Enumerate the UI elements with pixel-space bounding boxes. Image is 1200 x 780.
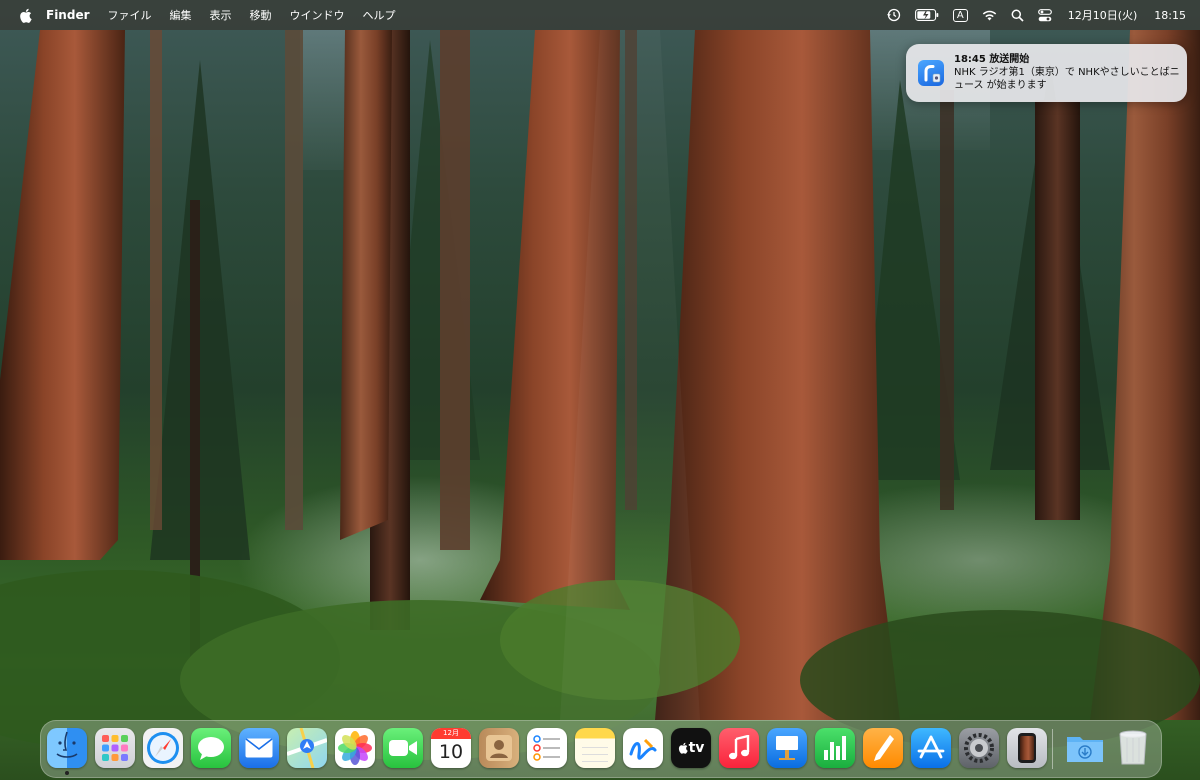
input-source-label: A <box>952 8 968 22</box>
calendar-day-label: 10 <box>438 741 464 763</box>
menubar-time[interactable]: 18:15 <box>1144 9 1186 22</box>
dock-finder-icon[interactable] <box>47 728 87 768</box>
dock-safari-icon[interactable] <box>143 728 183 768</box>
dock-apple-tv-icon[interactable]: tv <box>671 728 711 768</box>
dock-launchpad-icon[interactable] <box>95 728 135 768</box>
dock-photos-icon[interactable] <box>335 728 375 768</box>
menu-file[interactable]: ファイル <box>99 7 161 23</box>
control-center-icon[interactable] <box>1031 8 1059 22</box>
tv-label: tv <box>688 740 705 756</box>
menu-view[interactable]: 表示 <box>201 7 241 23</box>
dock-freeform-icon[interactable] <box>623 728 663 768</box>
menu-go[interactable]: 移動 <box>241 7 281 23</box>
radiko-app-icon <box>918 60 944 86</box>
dock-divider <box>1052 729 1053 769</box>
menu-bar: Finder ファイル 編集 表示 移動 ウインドウ ヘルプ A 12月10日(… <box>0 0 1200 30</box>
menubar-date[interactable]: 12月10日(火) <box>1059 7 1145 23</box>
battery-icon[interactable] <box>908 9 946 21</box>
dock-messages-icon[interactable] <box>191 728 231 768</box>
input-source-icon[interactable]: A <box>946 8 975 22</box>
dock-iphone-mirroring-icon[interactable] <box>1007 728 1047 768</box>
time-machine-icon[interactable] <box>880 8 908 22</box>
dock-maps-icon[interactable] <box>287 728 327 768</box>
dock-contacts-icon[interactable] <box>479 728 519 768</box>
dock-calendar-icon[interactable]: 12月 10 <box>431 728 471 768</box>
dock-facetime-icon[interactable] <box>383 728 423 768</box>
wifi-icon[interactable] <box>975 9 1004 21</box>
dock-mail-icon[interactable] <box>239 728 279 768</box>
dock: 12月 10 tv <box>40 720 1162 778</box>
notification-banner[interactable]: 18:45 放送開始 NHK ラジオ第1（東京）で NHKやさしいことばニュース… <box>906 44 1187 102</box>
dock-downloads-folder-icon[interactable] <box>1065 728 1105 768</box>
menu-edit[interactable]: 編集 <box>161 7 201 23</box>
notification-body: NHK ラジオ第1（東京）で NHKやさしいことばニュース が始まります <box>954 67 1180 91</box>
dock-system-settings-icon[interactable] <box>959 728 999 768</box>
desktop-wallpaper <box>0 0 1200 780</box>
dock-music-icon[interactable] <box>719 728 759 768</box>
dock-pages-icon[interactable] <box>863 728 903 768</box>
calendar-month-label: 12月 <box>431 728 471 739</box>
spotlight-icon[interactable] <box>1004 9 1031 22</box>
dock-notes-icon[interactable] <box>575 728 615 768</box>
dock-keynote-icon[interactable] <box>767 728 807 768</box>
menu-help[interactable]: ヘルプ <box>354 7 405 23</box>
dock-reminders-icon[interactable] <box>527 728 567 768</box>
menu-window[interactable]: ウインドウ <box>281 7 354 23</box>
dock-trash-icon[interactable] <box>1113 728 1153 768</box>
dock-numbers-icon[interactable] <box>815 728 855 768</box>
apple-menu-icon[interactable] <box>14 8 36 23</box>
menu-app-finder[interactable]: Finder <box>36 8 99 22</box>
notification-title: 18:45 放送開始 <box>954 54 1030 65</box>
forest-wallpaper-image <box>0 30 1200 760</box>
dock-app-store-icon[interactable] <box>911 728 951 768</box>
finder-running-indicator <box>65 771 69 775</box>
